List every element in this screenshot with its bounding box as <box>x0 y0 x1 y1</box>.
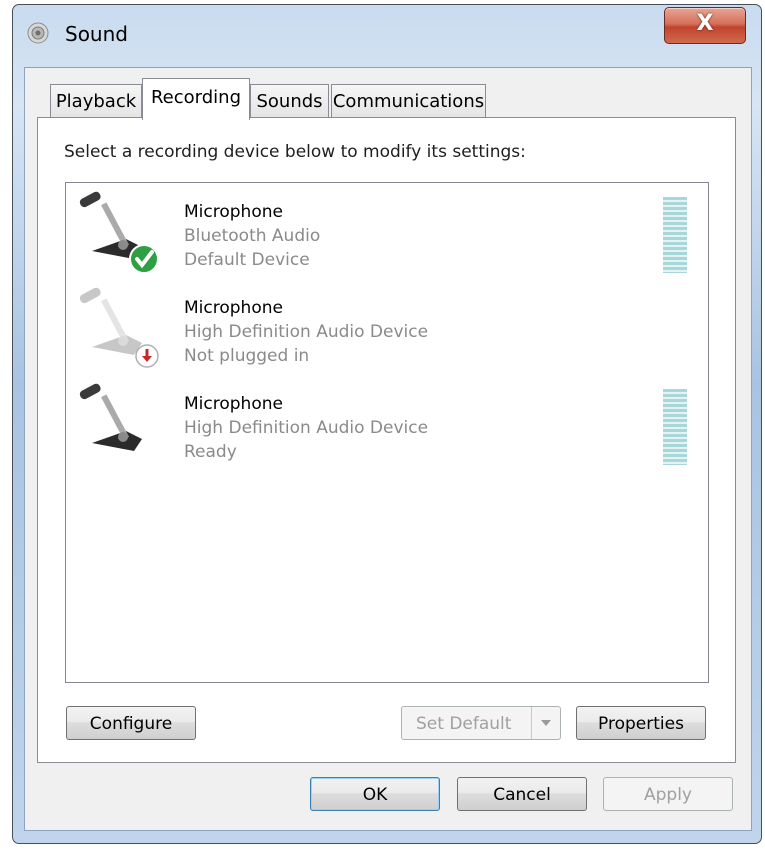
speaker-icon <box>27 22 49 44</box>
recording-tab-panel: Select a recording device below to modif… <box>37 117 736 763</box>
device-item[interactable]: Microphone High Definition Audio Device … <box>66 283 706 379</box>
title-bar[interactable]: Sound X <box>13 5 761 61</box>
level-meter <box>663 389 687 465</box>
set-default-label: Set Default <box>416 714 512 734</box>
close-icon: X <box>696 11 714 36</box>
tab-recording[interactable]: Recording <box>142 78 250 120</box>
configure-button[interactable]: Configure <box>66 706 196 740</box>
level-meter <box>663 197 687 273</box>
microphone-icon <box>79 191 159 274</box>
set-default-button[interactable]: Set Default <box>401 706 561 740</box>
device-description: High Definition Audio Device <box>184 418 429 438</box>
device-name: Microphone <box>184 202 283 222</box>
cancel-button[interactable]: Cancel <box>457 777 587 811</box>
dropdown-arrow-icon[interactable] <box>531 707 560 739</box>
recording-device-list[interactable]: Microphone Bluetooth Audio Default Devic… <box>65 182 709 683</box>
device-item[interactable]: Microphone Bluetooth Audio Default Devic… <box>66 187 706 283</box>
instruction-text: Select a recording device below to modif… <box>64 142 526 162</box>
properties-button[interactable]: Properties <box>576 706 706 740</box>
window-title: Sound <box>65 22 128 46</box>
device-description: Bluetooth Audio <box>184 226 321 246</box>
device-status: Not plugged in <box>184 346 310 366</box>
red-down-arrow-icon <box>135 344 159 368</box>
tab-playback[interactable]: Playback <box>50 84 142 118</box>
apply-button[interactable]: Apply <box>603 777 733 811</box>
tab-sounds[interactable]: Sounds <box>250 84 329 118</box>
device-name: Microphone <box>184 298 283 318</box>
sound-dialog-window: Sound X Playback Recording Sounds Commun… <box>12 4 762 844</box>
microphone-icon <box>79 383 142 451</box>
device-status: Default Device <box>184 250 310 270</box>
device-item[interactable]: Microphone High Definition Audio Device … <box>66 379 706 475</box>
green-check-icon <box>129 244 159 274</box>
close-button[interactable]: X <box>664 7 746 44</box>
device-description: High Definition Audio Device <box>184 322 429 342</box>
dialog-client-area: Playback Recording Sounds Communications… <box>24 67 752 831</box>
ok-button[interactable]: OK <box>310 777 440 811</box>
device-status: Ready <box>184 442 237 462</box>
tab-communications[interactable]: Communications <box>331 84 486 118</box>
device-name: Microphone <box>184 394 283 414</box>
